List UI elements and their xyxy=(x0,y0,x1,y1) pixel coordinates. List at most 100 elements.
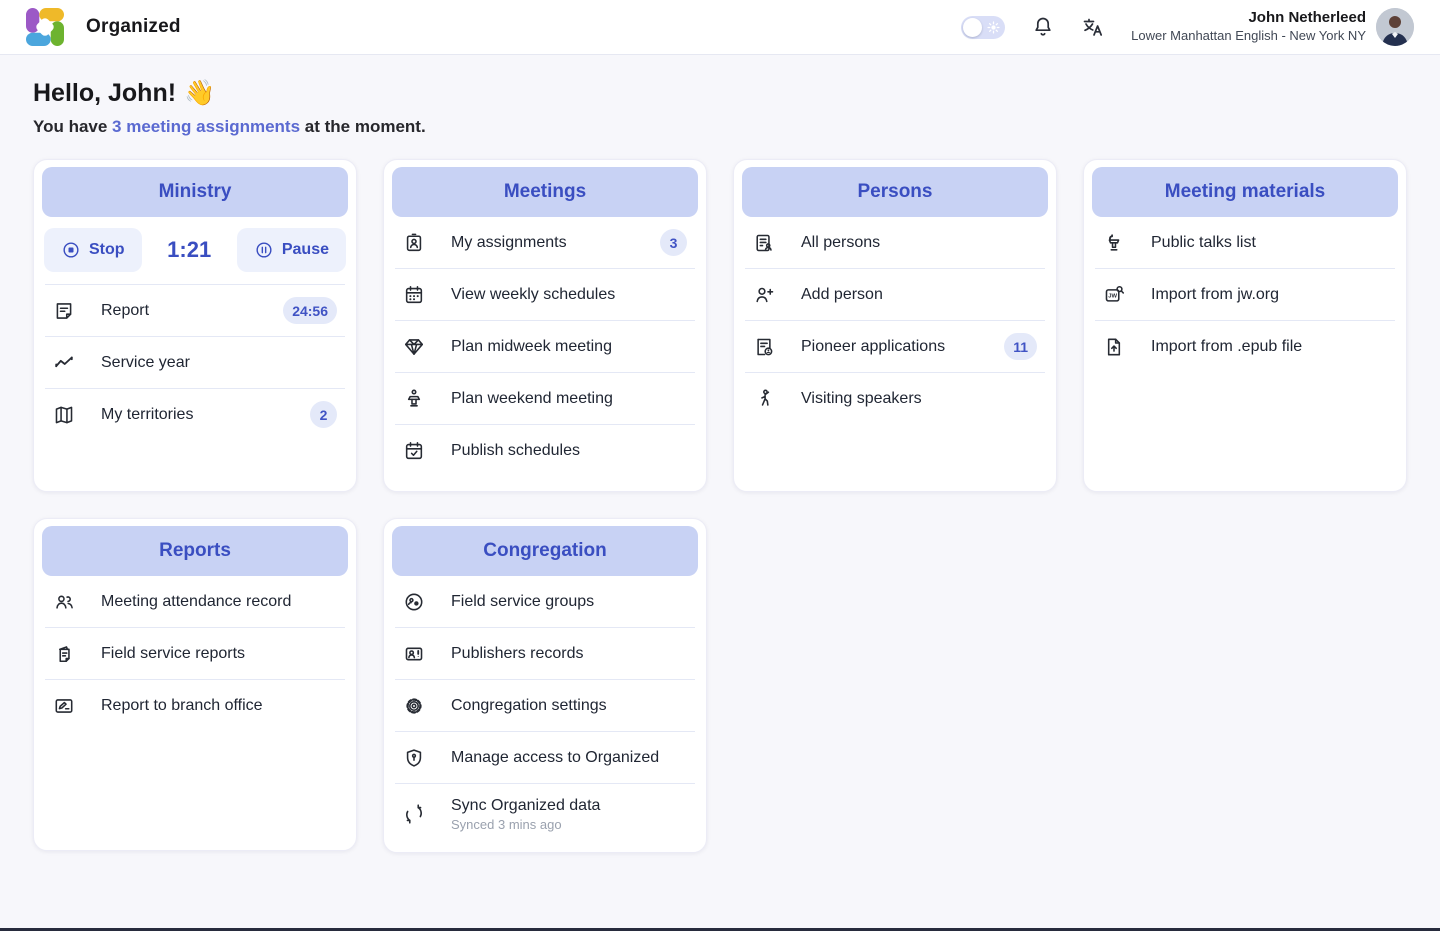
menu-item-text: Import from .epub file xyxy=(1151,337,1302,356)
wave-emoji: 👋 xyxy=(184,79,215,108)
menu-item-field-service-reports[interactable]: Field service reports xyxy=(42,628,348,679)
card-persons: Persons All persons Add person Pioneer appl… xyxy=(733,159,1057,492)
menu-item-text: Report to branch office xyxy=(101,696,263,715)
menu-item-text: Public talks list xyxy=(1151,233,1256,252)
menu-item-label: Publish schedules xyxy=(451,441,580,460)
menu-item-label: My assignments xyxy=(451,233,567,252)
card-title-meetings[interactable]: Meetings xyxy=(392,167,698,217)
stop-icon xyxy=(61,240,81,260)
territories-icon xyxy=(53,404,75,426)
menu-item-my-territories[interactable]: My territories2 xyxy=(42,389,348,440)
menu-item-text: Service year xyxy=(101,353,190,372)
menu-item-label: Pioneer applications xyxy=(801,337,945,356)
count-badge: 11 xyxy=(1004,333,1037,360)
menu-item-sublabel: Synced 3 mins ago xyxy=(451,817,600,832)
menu-item-view-weekly-schedules[interactable]: View weekly schedules xyxy=(392,269,698,320)
menu-item-label: Report to branch office xyxy=(101,696,263,715)
menu-item-text: Field service groups xyxy=(451,592,594,611)
menu-item-label: Meeting attendance record xyxy=(101,592,291,611)
menu-item-report-to-branch-office[interactable]: Report to branch office xyxy=(42,680,348,731)
menu-item-plan-midweek-meeting[interactable]: Plan midweek meeting xyxy=(392,321,698,372)
menu-item-text: Sync Organized data Synced 3 mins ago xyxy=(451,796,600,832)
card-title-reports[interactable]: Reports xyxy=(42,526,348,576)
menu-item-text: View weekly schedules xyxy=(451,285,615,304)
menu-item-label: All persons xyxy=(801,233,880,252)
translate-icon xyxy=(1081,15,1105,39)
menu-item-public-talks-list[interactable]: Public talks list xyxy=(1092,217,1398,268)
greeting-suffix: at the moment. xyxy=(300,117,426,136)
menu-item-my-assignments[interactable]: My assignments 3 xyxy=(392,217,698,268)
menu-item-label: Report xyxy=(101,301,149,320)
menu-item-text: Plan midweek meeting xyxy=(451,337,612,356)
theme-toggle[interactable] xyxy=(961,16,1005,39)
pause-icon xyxy=(254,240,274,260)
card-reports: Reports Meeting attendance record Field se… xyxy=(33,518,357,851)
menu-item-import-from-jw-org[interactable]: JWImport from jw.org xyxy=(1092,269,1398,320)
pause-button[interactable]: Pause xyxy=(237,228,346,272)
menu-item-text: My assignments xyxy=(451,233,567,252)
menu-item-publish-schedules[interactable]: Publish schedules xyxy=(392,425,698,476)
menu-item-text: Plan weekend meeting xyxy=(451,389,613,408)
count-badge: 3 xyxy=(660,229,687,256)
menu-item-import-from-epub-file[interactable]: Import from .epub file xyxy=(1092,321,1398,372)
avatar[interactable] xyxy=(1376,8,1414,46)
notifications-button[interactable] xyxy=(1031,15,1055,39)
menu-item-pioneer-applications[interactable]: Pioneer applications 11 xyxy=(742,321,1048,372)
greeting-subtitle: You have 3 meeting assignments at the mo… xyxy=(33,117,1407,137)
card-title-meeting-materials[interactable]: Meeting materials xyxy=(1092,167,1398,217)
menu-item-all-persons[interactable]: All persons xyxy=(742,217,1048,268)
menu-item-label: Service year xyxy=(101,353,190,372)
menu-item-text: Manage access to Organized xyxy=(451,748,659,767)
menu-item-add-person[interactable]: Add person xyxy=(742,269,1048,320)
menu-item-visiting-speakers[interactable]: Visiting speakers xyxy=(742,373,1048,424)
menu-item-label: My territories xyxy=(101,405,193,424)
menu-item-manage-access-to-organized[interactable]: Manage access to Organized xyxy=(392,732,698,783)
greeting-title: Hello, John! 👋 xyxy=(33,79,1407,108)
menu-item-meeting-attendance-record[interactable]: Meeting attendance record xyxy=(42,576,348,627)
menu-item-publishers-records[interactable]: Publishers records xyxy=(392,628,698,679)
calendar-check-icon xyxy=(403,440,425,462)
greeting-prefix: You have xyxy=(33,117,112,136)
person-list-icon xyxy=(753,232,775,254)
service-year-icon xyxy=(53,352,75,374)
report-icon xyxy=(53,300,75,322)
menu-item-label: Manage access to Organized xyxy=(451,748,659,767)
greeting-text: Hello, John! xyxy=(33,79,176,108)
menu-item-sync-organized-data[interactable]: Sync Organized data Synced 3 mins ago xyxy=(392,784,698,844)
card-ministry: MinistryStop1:21PauseReport24:56Service … xyxy=(33,159,357,492)
menu-item-report[interactable]: Report24:56 xyxy=(42,285,348,336)
menu-item-label: Sync Organized data xyxy=(451,796,600,815)
public-talks-icon xyxy=(1103,232,1125,254)
calendar-icon xyxy=(403,284,425,306)
lectern-person-icon xyxy=(403,388,425,410)
stop-button[interactable]: Stop xyxy=(44,228,142,272)
language-button[interactable] xyxy=(1081,15,1105,39)
user-menu[interactable]: John Netherleed Lower Manhattan English … xyxy=(1131,8,1414,46)
meeting-assignments-link[interactable]: 3 meeting assignments xyxy=(112,117,300,136)
menu-item-field-service-groups[interactable]: Field service groups xyxy=(392,576,698,627)
groups-icon xyxy=(403,591,425,613)
menu-item-text: All persons xyxy=(801,233,880,252)
menu-item-service-year[interactable]: Service year xyxy=(42,337,348,388)
card-title-ministry[interactable]: Ministry xyxy=(42,167,348,217)
menu-item-label: Publishers records xyxy=(451,644,584,663)
card-title-congregation[interactable]: Congregation xyxy=(392,526,698,576)
gem-icon xyxy=(403,336,425,358)
menu-item-text: My territories xyxy=(101,405,193,424)
menu-item-label: Field service reports xyxy=(101,644,245,663)
branch-report-icon xyxy=(53,695,75,717)
menu-item-text: Publishers records xyxy=(451,644,584,663)
field-service-icon xyxy=(53,643,75,665)
menu-item-plan-weekend-meeting[interactable]: Plan weekend meeting xyxy=(392,373,698,424)
menu-item-text: Import from jw.org xyxy=(1151,285,1279,304)
menu-item-label: Import from jw.org xyxy=(1151,285,1279,304)
sync-icon xyxy=(403,803,425,825)
stop-label: Stop xyxy=(89,241,125,259)
menu-item-text: Pioneer applications xyxy=(801,337,945,356)
menu-item-label: Congregation settings xyxy=(451,696,607,715)
menu-item-congregation-settings[interactable]: Congregation settings xyxy=(392,680,698,731)
card-title-persons[interactable]: Persons xyxy=(742,167,1048,217)
menu-item-text: Visiting speakers xyxy=(801,389,922,408)
cards-grid: MinistryStop1:21PauseReport24:56Service … xyxy=(33,159,1407,853)
menu-item-label: Add person xyxy=(801,285,883,304)
